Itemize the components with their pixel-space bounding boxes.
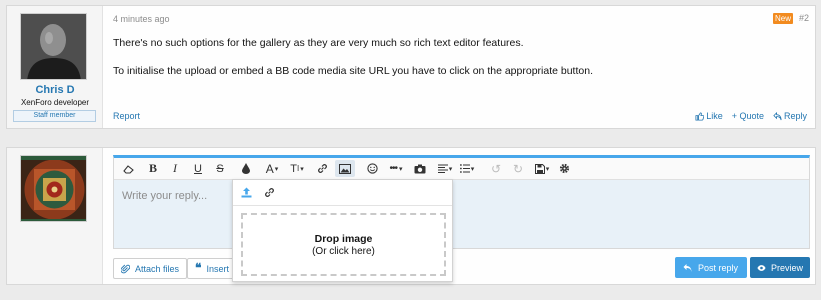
post-reply-button[interactable]: Post reply: [675, 257, 747, 278]
quote-label: + Quote: [731, 111, 764, 121]
italic-icon[interactable]: I: [167, 160, 183, 177]
media-icon[interactable]: [412, 160, 428, 177]
drafts-icon[interactable]: ▾: [531, 160, 553, 177]
author-name[interactable]: Chris D: [7, 84, 103, 96]
attach-files-label: Attach files: [135, 263, 180, 274]
smilie-icon[interactable]: [364, 160, 380, 177]
post-reply-label: Post reply: [698, 262, 739, 273]
settings-icon[interactable]: [556, 160, 572, 177]
post-actions: Like + Quote Reply: [695, 111, 807, 121]
eye-icon: [757, 264, 766, 271]
more-icon[interactable]: ••• ▾: [385, 160, 407, 177]
image-insert-popup: Drop image (Or click here): [232, 179, 453, 282]
author-title: XenForo developer: [20, 98, 90, 107]
drop-zone-subtitle: (Or click here): [312, 245, 375, 257]
reply-button[interactable]: Reply: [773, 111, 807, 121]
editor-toolbar: B I U S A ▾ T I ▾ ••• ▾ ▾ ▾ ↺ ↻ ▾: [114, 158, 809, 180]
list-icon[interactable]: ▾: [456, 160, 478, 177]
post-body-paragraph: There's no such options for the gallery …: [113, 37, 524, 49]
preview-button[interactable]: Preview: [750, 257, 810, 278]
link-icon[interactable]: [314, 160, 330, 177]
staff-badge: Staff member: [13, 110, 96, 122]
reply-editor: B I U S A ▾ T I ▾ ••• ▾ ▾ ▾ ↺ ↻ ▾ Write …: [113, 155, 810, 249]
like-label: Like: [706, 111, 723, 121]
preview-label: Preview: [770, 262, 803, 273]
reply-arrow-icon: [683, 263, 692, 272]
redo-icon[interactable]: ↻: [510, 160, 526, 177]
underline-icon[interactable]: U: [190, 160, 206, 177]
post-timestamp[interactable]: 4 minutes ago: [113, 14, 170, 24]
image-drop-zone[interactable]: Drop image (Or click here): [241, 213, 446, 276]
quote-icon: ❝: [195, 261, 202, 275]
like-button[interactable]: Like: [695, 111, 723, 121]
drop-zone-title: Drop image: [314, 232, 373, 245]
upload-icon[interactable]: [241, 187, 252, 201]
post-message: Chris D XenForo developer Staff member 4…: [6, 5, 816, 129]
report-link[interactable]: Report: [113, 111, 140, 121]
image-icon[interactable]: [335, 160, 355, 177]
align-icon[interactable]: ▾: [434, 160, 456, 177]
post-number[interactable]: #2: [799, 13, 809, 23]
color-icon[interactable]: [238, 160, 254, 177]
image-popup-tabs: [233, 180, 452, 206]
thumbs-up-icon: [695, 111, 705, 121]
link-icon[interactable]: [264, 187, 275, 201]
font-size-icon[interactable]: A ▾: [261, 160, 283, 177]
reply-user-panel: [7, 148, 103, 284]
insert-label: Insert: [206, 263, 229, 274]
paperclip-icon: [121, 264, 130, 273]
author-avatar[interactable]: [20, 13, 87, 80]
strikethrough-icon[interactable]: S: [212, 160, 228, 177]
post-user-panel: Chris D XenForo developer Staff member: [7, 6, 103, 128]
eraser-icon[interactable]: [120, 160, 136, 177]
undo-icon[interactable]: ↺: [488, 160, 504, 177]
post-body-paragraph: To initialise the upload or embed a BB c…: [113, 65, 593, 77]
current-user-avatar[interactable]: [20, 155, 87, 222]
new-badge: New: [773, 13, 793, 24]
quote-button[interactable]: + Quote: [732, 111, 764, 121]
reply-textarea[interactable]: Write your reply...: [122, 190, 207, 202]
attach-files-button[interactable]: Attach files: [113, 258, 188, 279]
reply-label: Reply: [783, 111, 807, 121]
bold-icon[interactable]: B: [145, 160, 161, 177]
font-family-icon[interactable]: T I ▾: [286, 160, 308, 177]
reply-arrow-icon: [773, 111, 782, 120]
